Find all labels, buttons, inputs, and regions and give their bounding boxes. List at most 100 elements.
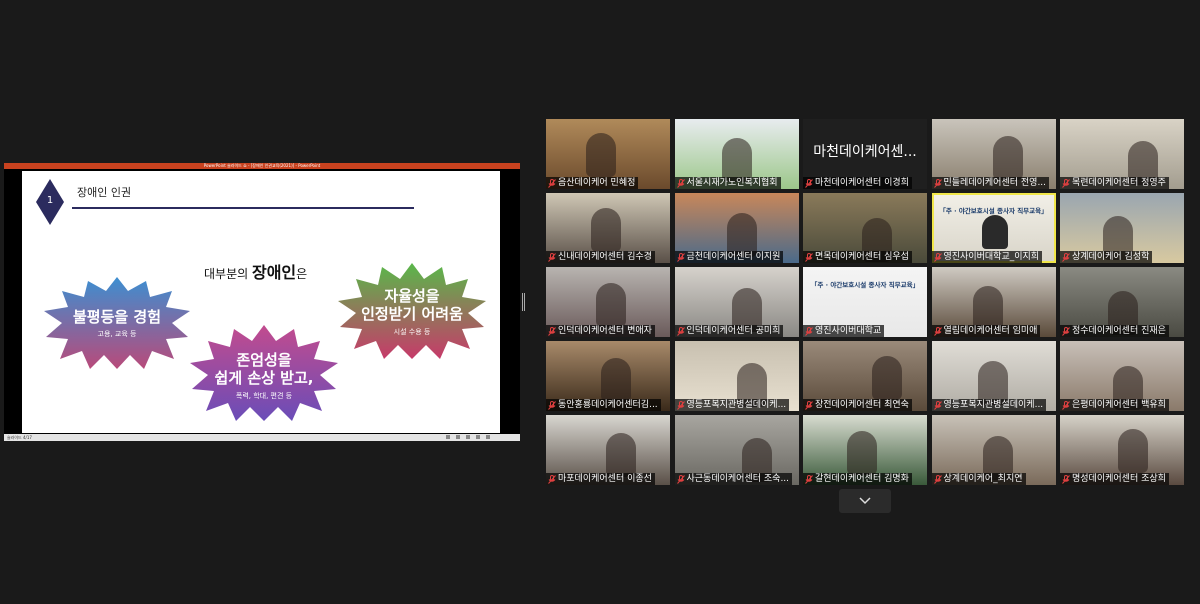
- participant-tile[interactable]: 금천데이케어센터 이지원: [674, 193, 799, 263]
- mic-muted-icon: [933, 400, 942, 410]
- mic-muted-icon: [548, 400, 556, 410]
- participant-name: 장전데이케어센터 최연숙: [815, 400, 909, 410]
- participant-tile[interactable]: 상계데이케어_최지연: [931, 415, 1056, 485]
- participant-name-label: 은평데이케어센터 백유희: [1060, 399, 1169, 411]
- participant-gallery: 음산데이케어 민혜정 서울시재가노인복지협회 마천데이케어센... 마천데이케어센터 …: [546, 119, 1184, 487]
- participant-name-label: 신내데이케어센터 김수경: [546, 251, 655, 263]
- participant-tile[interactable]: 명성데이케어센터 조상희: [1060, 415, 1184, 485]
- participant-name-label: 음산데이케어 민혜정: [546, 177, 639, 189]
- gallery-scroll-down-button[interactable]: [839, 489, 891, 513]
- participant-name-label: 열림데이케어센터 임미애: [931, 325, 1041, 337]
- screen-banner: 「주 · 야간보호시설 종사자 직무교육」: [810, 281, 920, 289]
- participant-name: 민들레데이케어센터 전영...: [943, 178, 1047, 188]
- burst-dignity-line2: 쉽게 손상 받고,: [214, 369, 314, 387]
- screen-banner: 「주 · 야간보호시설 종사자 직무교육」: [939, 207, 1048, 215]
- avatar: [606, 433, 636, 477]
- participant-tile[interactable]: 상계데이케어 김성학: [1060, 193, 1184, 263]
- participant-tile[interactable]: 「주 · 야간보호시설 종사자 직무교육」 영진사이버대학교_이지희: [931, 193, 1056, 263]
- participant-tile[interactable]: 사근동데이케어센터 조숙...: [674, 415, 799, 485]
- avatar: [872, 356, 902, 400]
- participant-tile[interactable]: 정수데이케어센터 진재은: [1060, 267, 1184, 337]
- participant-name: 인덕데이케어센터 공미희: [686, 326, 781, 336]
- participant-tile[interactable]: 민들레데이케어센터 전영...: [931, 119, 1056, 189]
- participant-name: 면목데이케어센터 심우섭: [815, 252, 909, 262]
- avatar: [591, 208, 621, 252]
- participant-name: 금천데이케어센터 이지원: [686, 252, 781, 262]
- participant-tile[interactable]: 면목데이케어센터 심우섭: [803, 193, 927, 263]
- mic-muted-icon: [548, 178, 556, 188]
- burst-dignity-line1: 존엄성을: [236, 351, 292, 369]
- participant-name-label: 마천데이케어센터 이경희: [803, 177, 912, 189]
- participant-name: 은평데이케어센터 백유희: [1072, 400, 1166, 410]
- mic-muted-icon: [676, 326, 685, 336]
- headline-prefix: 대부분의: [204, 267, 252, 281]
- participant-tile[interactable]: 은평데이케어센터 백유희: [1060, 341, 1184, 411]
- participant-name-label: 상계데이케어 김성학: [1060, 251, 1153, 263]
- participant-name-label: 갈현데이케어센터 김명화: [803, 473, 912, 485]
- mic-muted-icon: [805, 252, 813, 262]
- participant-tile[interactable]: 서울시재가노인복지협회: [674, 119, 799, 189]
- mic-muted-icon: [676, 252, 685, 262]
- avatar: [972, 286, 1003, 330]
- ppt-statusbar: 슬라이드 4/17: [4, 434, 520, 441]
- participant-tile[interactable]: 동안홍룡데이케어센터김...: [546, 341, 670, 411]
- participant-name: 정수데이케어센터 진재은: [1072, 326, 1166, 336]
- burst-autonomy-line2: 인정받기 어려움: [361, 305, 463, 323]
- participant-tile[interactable]: 장전데이케어센터 최연숙: [803, 341, 927, 411]
- ppt-status-text: 슬라이드 4/17: [7, 435, 32, 440]
- participant-tile[interactable]: 음산데이케어 민혜정: [546, 119, 670, 189]
- ppt-status-icons[interactable]: [446, 435, 506, 440]
- participant-name-label: 장전데이케어센터 최연숙: [803, 399, 912, 411]
- participant-tile[interactable]: 마포데이케어센터 이종선: [546, 415, 670, 485]
- participant-name: 인덕데이케어센터 변애자: [558, 326, 652, 336]
- burst-autonomy-sub: 시설 수용 등: [393, 328, 431, 336]
- split-resize-handle[interactable]: [522, 293, 525, 311]
- participant-tile[interactable]: 인덕데이케어센터 공미희: [674, 267, 799, 337]
- participant-tile[interactable]: 목련데이케어센터 정영주: [1060, 119, 1184, 189]
- ppt-titlebar: PowerPoint 슬라이드 쇼 - [장애인 인권교육(2021)] - P…: [4, 163, 520, 169]
- participant-name: 명성데이케어센터 조상희: [1072, 474, 1166, 484]
- avatar: [1118, 429, 1148, 473]
- slide: 1 장애인 인권 대부분의 장애인은 불평등을 경험 고용, 교육 등 존엄성을…: [22, 171, 500, 433]
- participant-tile[interactable]: 영등포복지관병설데이케...: [674, 341, 799, 411]
- avatar: [596, 283, 626, 327]
- avatar: [847, 431, 877, 475]
- headline-suffix: 은: [296, 267, 308, 281]
- slide-number: 1: [46, 195, 54, 206]
- participant-tile[interactable]: 마천데이케어센... 마천데이케어센터 이경희: [803, 119, 927, 189]
- mic-muted-icon: [676, 474, 685, 484]
- participant-tile[interactable]: 인덕데이케어센터 변애자: [546, 267, 670, 337]
- mic-muted-icon: [1062, 326, 1070, 336]
- participant-tile[interactable]: 영등포복지관병설데이케...: [931, 341, 1056, 411]
- participant-name: 신내데이케어센터 김수경: [558, 252, 652, 262]
- participant-name-label: 정수데이케어센터 진재은: [1060, 325, 1169, 337]
- participant-tile[interactable]: 열림데이케어센터 임미애: [931, 267, 1056, 337]
- participant-name-label: 마포데이케어센터 이종선: [546, 473, 655, 485]
- participant-name: 영진사이버대학교: [815, 326, 882, 336]
- avatar: [721, 138, 752, 182]
- participant-name: 영등포복지관병설데이케...: [686, 400, 787, 410]
- mic-muted-icon: [933, 474, 942, 484]
- title-underline: [72, 207, 414, 209]
- burst-inequality-main: 불평등을 경험: [72, 308, 162, 326]
- participant-name-label: 상계데이케어_최지연: [931, 473, 1026, 485]
- chevron-down-icon: [859, 497, 871, 505]
- mic-muted-icon: [933, 178, 942, 188]
- mic-muted-icon: [676, 400, 685, 410]
- participant-tile[interactable]: 「주 · 야간보호시설 종사자 직무교육」 영진사이버대학교: [803, 267, 927, 337]
- participant-name: 영진사이버대학교_이지희: [943, 252, 1040, 262]
- participant-name-label: 목련데이케어센터 정영주: [1060, 177, 1169, 189]
- participant-name-label: 영등포복지관병설데이케...: [931, 399, 1047, 411]
- mic-muted-icon: [805, 326, 813, 336]
- mic-muted-icon: [1062, 400, 1070, 410]
- participant-tile[interactable]: 갈현데이케어센터 김명화: [803, 415, 927, 485]
- participant-tile[interactable]: 신내데이케어센터 김수경: [546, 193, 670, 263]
- mic-muted-icon: [1062, 178, 1070, 188]
- avatar: [981, 215, 1008, 249]
- mic-muted-icon: [676, 178, 685, 188]
- slide-headline: 대부분의 장애인은: [204, 259, 307, 283]
- burst-autonomy: 자율성을 인정받기 어려움 시설 수용 등: [336, 261, 488, 361]
- avatar: [992, 136, 1023, 180]
- participant-name: 갈현데이케어센터 김명화: [815, 474, 909, 484]
- burst-dignity: 존엄성을 쉽게 손상 받고, 폭력, 학대, 편견 등: [188, 323, 340, 423]
